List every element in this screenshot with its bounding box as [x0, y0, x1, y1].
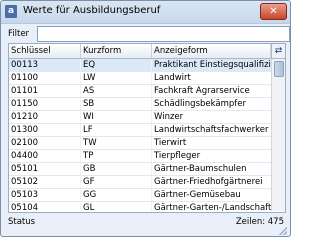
lookup-window: a Werte für Ausbildungsberuf ✕ Filter Sc…: [0, 0, 291, 237]
column-header-anzeigeform[interactable]: Anzeigeform: [152, 44, 271, 58]
status-label: Status: [8, 217, 36, 227]
cell-anzeigeform: Praktikant Einstiegsqualifizieru...: [154, 60, 271, 70]
cell-anzeigeform: Fachkraft Agrarservice: [154, 86, 250, 96]
values-table: Schlüssel Kurzform Anzeigeform ⇄ 00113 EQ…: [8, 43, 286, 213]
cell-anzeigeform: Gärtner-Garten-/Landschaftsbau: [154, 203, 271, 213]
cell-kurzform: GB: [81, 163, 152, 175]
cell-kurzform: TP: [81, 150, 152, 162]
column-header-schluessel[interactable]: Schlüssel: [9, 44, 81, 58]
cell-kurzform: GF: [81, 176, 152, 188]
cell-schluessel: 05102: [9, 176, 81, 188]
cell-kurzform: WI: [81, 111, 152, 123]
cell-anzeigeform: Tierwirt: [154, 138, 187, 148]
cell-schluessel: 05101: [9, 163, 81, 175]
cell-kurzform: AS: [81, 85, 152, 97]
cell-anzeigeform: Tierpfleger: [154, 151, 201, 161]
table-row[interactable]: 04400 TP Tierpfleger: [9, 150, 271, 163]
cell-kurzform: SB: [81, 98, 152, 110]
table-row[interactable]: 05103 GG Gärtner-Gemüsebau: [9, 189, 271, 202]
cell-schluessel: 05104: [9, 202, 81, 212]
cell-kurzform: EQ: [81, 59, 152, 71]
cell-schluessel: 01150: [9, 98, 81, 110]
cell-schluessel: 02100: [9, 137, 81, 149]
cell-schluessel: 01101: [9, 85, 81, 97]
table-row[interactable]: 01100 LW Landwirt: [9, 72, 271, 85]
cell-kurzform: GG: [81, 189, 152, 201]
vertical-scrollbar[interactable]: [271, 59, 285, 211]
cell-schluessel: 01100: [9, 72, 81, 84]
cell-schluessel: 01300: [9, 124, 81, 136]
table-row[interactable]: 05101 GB Gärtner-Baumschulen: [9, 163, 271, 176]
column-chooser-icon[interactable]: ⇄: [271, 44, 285, 58]
filter-label: Filter: [8, 29, 30, 39]
cell-anzeigeform: Landwirt: [154, 73, 191, 83]
table-row[interactable]: 01210 WI Winzer: [9, 111, 271, 124]
table-row[interactable]: 00113EQPraktikant Einstiegsqualifizieru.…: [9, 59, 271, 72]
table-row[interactable]: 05104GLGärtner-Garten-/Landschaftsbau: [9, 202, 271, 213]
table-row[interactable]: 01150 SB Schädlingsbekämpfer: [9, 98, 271, 111]
cell-schluessel: 00113: [9, 59, 81, 71]
cell-kurzform: TW: [81, 137, 152, 149]
cell-anzeigeform: Gärtner-Gemüsebau: [154, 190, 241, 200]
cell-anzeigeform: Gärtner-Baumschulen: [154, 164, 247, 174]
table-header: Schlüssel Kurzform Anzeigeform ⇄: [9, 44, 285, 59]
cell-kurzform: LW: [81, 72, 152, 84]
scrollbar-thumb[interactable]: [274, 61, 284, 77]
table-row[interactable]: 01101 AS Fachkraft Agrarservice: [9, 85, 271, 98]
table-row[interactable]: 05102 GF Gärtner-Friedhofgärtnerei: [9, 176, 271, 189]
cell-anzeigeform: Winzer: [154, 112, 184, 122]
cell-schluessel: 05103: [9, 189, 81, 201]
cell-anzeigeform: Schädlingsbekämpfer: [154, 99, 246, 109]
table-row[interactable]: 02100 TW Tierwirt: [9, 137, 271, 150]
close-button[interactable]: ✕: [260, 3, 287, 20]
table-row[interactable]: 01300 LF Landwirtschaftsfachwerker: [9, 124, 271, 137]
column-header-kurzform[interactable]: Kurzform: [81, 44, 152, 58]
filter-input[interactable]: [37, 26, 290, 42]
title-bar[interactable]: a Werte für Ausbildungsberuf ✕: [1, 1, 290, 24]
cell-anzeigeform: Gärtner-Friedhofgärtnerei: [154, 177, 263, 187]
cell-kurzform: GL: [81, 202, 152, 212]
cell-schluessel: 01210: [9, 111, 81, 123]
row-count: Zeilen: 475: [235, 217, 284, 227]
window-title: Werte für Ausbildungsberuf: [23, 5, 161, 16]
cell-anzeigeform: Landwirtschaftsfachwerker: [154, 125, 269, 135]
resize-grip-icon[interactable]: [279, 227, 287, 235]
table-icon: a: [5, 5, 17, 18]
cell-schluessel: 04400: [9, 150, 81, 162]
cell-kurzform: LF: [81, 124, 152, 136]
